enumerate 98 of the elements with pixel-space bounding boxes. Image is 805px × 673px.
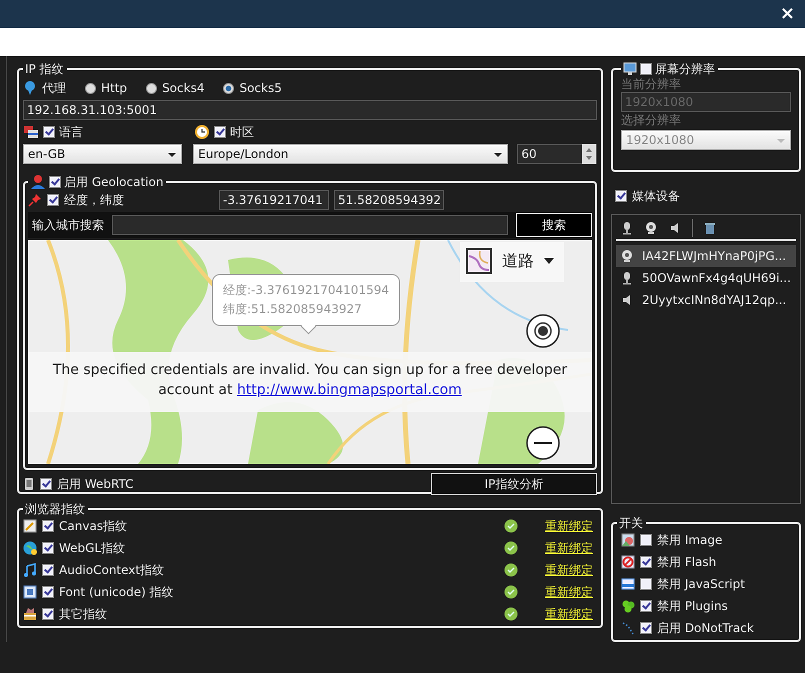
globe-icon bbox=[23, 541, 37, 555]
pushpin-icon bbox=[28, 193, 42, 207]
monitor-icon bbox=[623, 62, 637, 76]
webcam-icon[interactable] bbox=[644, 221, 658, 235]
fingerprint-label: 其它指纹 bbox=[59, 606, 107, 622]
check-circle-icon bbox=[504, 585, 518, 599]
person-pin-icon bbox=[30, 174, 46, 190]
map-type-dropdown[interactable]: 道路 bbox=[460, 242, 564, 282]
popup-text: 经度:-3.3761921704101594 bbox=[223, 282, 389, 299]
microphone-icon[interactable] bbox=[620, 221, 634, 235]
current-resolution-label: 当前分辨率 bbox=[621, 76, 682, 92]
close-button[interactable]: × bbox=[780, 5, 795, 23]
checkbox[interactable] bbox=[43, 126, 55, 138]
section-title: 浏览器指纹 bbox=[25, 502, 85, 516]
fingerprint-label: Font (unicode) 指纹 bbox=[59, 584, 174, 600]
section-title: 屏幕分辨率 bbox=[655, 62, 715, 76]
checkbox[interactable] bbox=[47, 194, 59, 206]
trash-icon[interactable] bbox=[703, 221, 717, 235]
proxy-label: 代理 bbox=[42, 80, 66, 96]
link[interactable]: http://www.bingmapsportal.com bbox=[236, 382, 462, 398]
checkbox[interactable] bbox=[42, 586, 54, 598]
clock-icon bbox=[194, 124, 210, 140]
checkbox[interactable] bbox=[640, 578, 652, 590]
webcam-icon bbox=[620, 249, 634, 263]
check-circle-icon bbox=[504, 563, 518, 577]
rebind-link[interactable]: 重新绑定 bbox=[545, 540, 593, 556]
switch-label: 启用 DoNotTrack bbox=[657, 620, 754, 636]
switch-label: 禁用 Plugins bbox=[657, 598, 728, 614]
search-label: 输入城市搜索 bbox=[32, 216, 104, 234]
offset-spinbox[interactable]: 60 bbox=[517, 144, 597, 164]
rebind-link[interactable]: 重新绑定 bbox=[545, 606, 593, 622]
checkbox[interactable] bbox=[640, 622, 652, 634]
checkbox[interactable] bbox=[640, 556, 652, 568]
device-item[interactable]: 50OVawnFx4g4qUH69i... bbox=[616, 267, 796, 289]
language-dropdown[interactable]: en-GB bbox=[23, 144, 182, 164]
location-pin-icon bbox=[23, 80, 37, 96]
script-icon bbox=[621, 577, 635, 591]
webrtc-label: 启用 WebRTC bbox=[57, 476, 134, 492]
switch-label: 禁用 Image bbox=[657, 532, 722, 548]
select-resolution-label: 选择分辨率 bbox=[621, 112, 682, 128]
map-icon bbox=[466, 248, 492, 274]
section-title: IP 指纹 bbox=[25, 62, 64, 76]
toolbox-icon bbox=[23, 607, 37, 621]
popup-text: 纬度:51.582085943927 bbox=[223, 301, 363, 318]
radio-button[interactable]: Socks5 bbox=[223, 81, 282, 95]
music-note-icon bbox=[23, 563, 37, 577]
longitude-field[interactable]: -3.37619217041 bbox=[219, 190, 329, 210]
puzzle-icon bbox=[621, 599, 635, 613]
timezone-dropdown[interactable]: Europe/London bbox=[193, 144, 508, 164]
checkbox[interactable] bbox=[42, 608, 54, 620]
checkbox[interactable] bbox=[42, 542, 54, 554]
check-circle-icon bbox=[504, 541, 518, 555]
checkbox[interactable] bbox=[615, 190, 627, 202]
checkbox[interactable] bbox=[214, 126, 226, 138]
blocked-document-icon bbox=[621, 555, 635, 569]
media-devices-label: 媒体设备 bbox=[632, 188, 680, 204]
locate-button-icon[interactable] bbox=[526, 314, 560, 348]
fingerprint-label: WebGL指纹 bbox=[59, 540, 126, 556]
rebind-link[interactable]: 重新绑定 bbox=[545, 562, 593, 578]
rebind-link[interactable]: 重新绑定 bbox=[545, 518, 593, 534]
check-circle-icon bbox=[504, 519, 518, 533]
language-label: 语言 bbox=[59, 124, 83, 140]
coordinates-label: 经度，纬度 bbox=[64, 192, 125, 208]
search-button[interactable]: 搜索 bbox=[516, 213, 592, 237]
caret-icon bbox=[544, 258, 554, 264]
checkbox[interactable] bbox=[49, 176, 61, 188]
checkbox[interactable] bbox=[40, 478, 52, 490]
fingerprint-label: Canvas指纹 bbox=[59, 518, 128, 534]
device-item[interactable]: IA42FLWJmHYnaP0jPG... bbox=[616, 245, 796, 267]
section-title: 开关 bbox=[619, 516, 643, 530]
timezone-label: 时区 bbox=[230, 124, 254, 140]
canvas-icon bbox=[23, 519, 37, 533]
error-message: The specified credentials are invalid. You can sign up for a free developer account at http://www.bingmapsportal.com bbox=[28, 352, 592, 412]
check-circle-icon bbox=[504, 607, 518, 621]
checkbox[interactable] bbox=[640, 600, 652, 612]
font-file-icon bbox=[23, 585, 37, 599]
proxy-address-field[interactable]: 192.168.31.103:5001 bbox=[23, 100, 597, 120]
checkbox[interactable] bbox=[640, 534, 652, 546]
device-item[interactable]: 2UyytxcINn8dYAJ12qp... bbox=[616, 289, 796, 311]
image-icon bbox=[621, 533, 635, 547]
microphone-icon bbox=[620, 271, 634, 285]
analyze-button[interactable]: IP指纹分析 bbox=[431, 473, 597, 495]
spinner-arrows-icon bbox=[582, 144, 596, 164]
checkbox[interactable] bbox=[42, 564, 54, 576]
latitude-field[interactable]: 51.58208594392 bbox=[334, 190, 444, 210]
section-title: 启用 Geolocation bbox=[64, 175, 164, 189]
rebind-link[interactable]: 重新绑定 bbox=[545, 584, 593, 600]
switch-label: 禁用 JavaScript bbox=[657, 576, 745, 592]
dotted-path-icon bbox=[621, 621, 635, 635]
zoom-out-icon[interactable] bbox=[526, 426, 560, 460]
fingerprint-label: AudioContext指纹 bbox=[59, 562, 164, 578]
flag-icon bbox=[23, 125, 39, 139]
city-search-field[interactable] bbox=[112, 215, 508, 235]
radio-button[interactable]: Socks4 bbox=[146, 81, 204, 95]
checkbox[interactable] bbox=[42, 520, 54, 532]
radio-button[interactable]: Http bbox=[85, 81, 128, 95]
phone-icon bbox=[23, 477, 35, 491]
switch-label: 禁用 Flash bbox=[657, 554, 716, 570]
